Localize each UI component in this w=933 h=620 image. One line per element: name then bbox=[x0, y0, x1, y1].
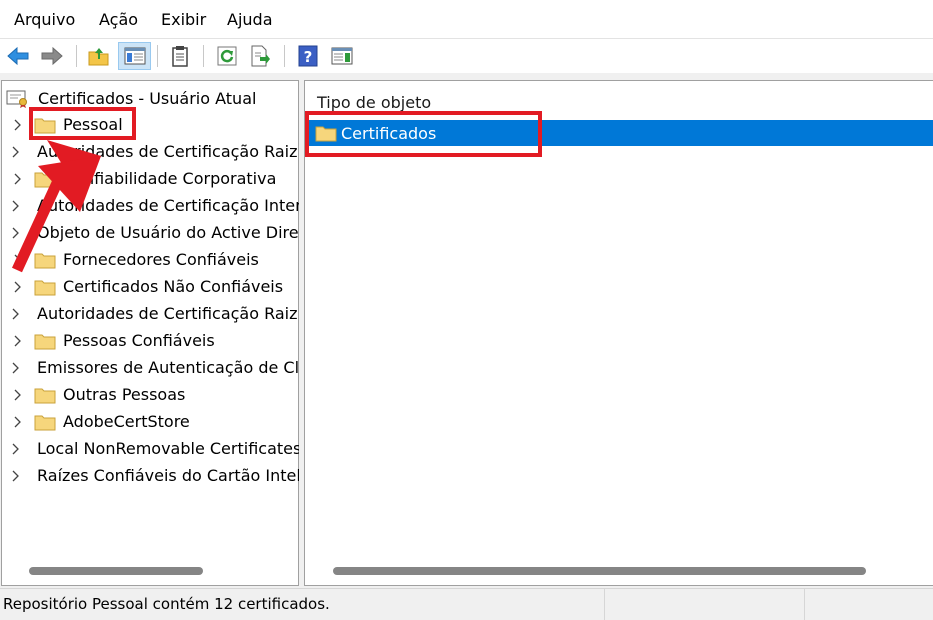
tree-item-label: Raízes Confiáveis do Cartão Inteligente bbox=[37, 466, 299, 485]
list-horizontal-scrollbar[interactable] bbox=[333, 567, 866, 575]
tree-item[interactable]: Autoridades de Certificação Intermediári… bbox=[2, 192, 299, 219]
menu-acao[interactable]: Ação bbox=[99, 9, 138, 31]
chevron-right-icon[interactable] bbox=[12, 335, 24, 347]
list-item-label: Certificados bbox=[341, 123, 437, 143]
chevron-right-icon[interactable] bbox=[12, 362, 20, 374]
folder-icon bbox=[34, 388, 56, 403]
tree-item-label: Emissores de Autenticação de Cliente bbox=[37, 358, 299, 377]
menu-arquivo[interactable]: Arquivo bbox=[14, 9, 75, 31]
tree-item[interactable]: Confiabilidade Corporativa bbox=[2, 165, 299, 192]
chevron-right-icon[interactable] bbox=[12, 416, 24, 428]
refresh-icon bbox=[217, 46, 237, 66]
svg-text:?: ? bbox=[304, 48, 313, 66]
status-bar: Repositório Pessoal contém 12 certificad… bbox=[0, 588, 933, 620]
tree-item-label: Local NonRemovable Certificates bbox=[37, 439, 299, 458]
tree-item[interactable]: AdobeCertStore bbox=[2, 408, 299, 435]
chevron-right-icon[interactable] bbox=[12, 281, 24, 293]
export-list-button[interactable] bbox=[246, 42, 274, 70]
tree-item[interactable]: Autoridades de Certificação Raiz Confiáv… bbox=[2, 138, 299, 165]
help-icon: ? bbox=[298, 45, 318, 67]
menu-ajuda[interactable]: Ajuda bbox=[227, 9, 273, 31]
list-item-certificados[interactable]: Certificados bbox=[309, 120, 933, 146]
folder-icon bbox=[315, 126, 337, 142]
clipboard-icon bbox=[172, 46, 188, 67]
chevron-right-icon[interactable] bbox=[12, 146, 20, 158]
tree-item[interactable]: Certificados Não Confiáveis bbox=[2, 273, 299, 300]
chevron-right-icon[interactable] bbox=[12, 443, 20, 455]
tree-item[interactable]: Fornecedores Confiáveis bbox=[2, 246, 299, 273]
tree-item[interactable]: Raízes Confiáveis do Cartão Inteligente bbox=[2, 462, 299, 489]
help-button[interactable]: ? bbox=[294, 42, 322, 70]
chevron-right-icon[interactable] bbox=[12, 308, 20, 320]
export-list-icon bbox=[251, 45, 270, 67]
tree-item-label: Fornecedores Confiáveis bbox=[63, 250, 259, 269]
folder-icon bbox=[34, 334, 56, 349]
tree-root-label: Certificados - Usuário Atual bbox=[38, 88, 257, 108]
console-tree-pane: Certificados - Usuário Atual Pessoal Auto… bbox=[1, 80, 299, 586]
tree-item[interactable]: Outras Pessoas bbox=[2, 381, 299, 408]
tree-item-label: Autoridades de Certificação Intermediári… bbox=[37, 196, 299, 215]
tree-item-label: Autoridades de Certificação Raiz de Terc… bbox=[37, 304, 299, 323]
tree-item-label: Certificados Não Confiáveis bbox=[63, 277, 284, 296]
menu-bar: Arquivo Ação Exibir Ajuda bbox=[0, 0, 933, 38]
back-button[interactable] bbox=[4, 42, 32, 70]
refresh-button[interactable] bbox=[213, 42, 241, 70]
tree-item-label: Objeto de Usuário do Active Directory bbox=[37, 223, 299, 242]
tree-item-label: Pessoas Confiáveis bbox=[63, 331, 215, 350]
chevron-right-icon[interactable] bbox=[12, 119, 24, 131]
action-pane-button[interactable] bbox=[328, 42, 356, 70]
tree-item-label: AdobeCertStore bbox=[63, 412, 190, 431]
tree-item[interactable]: Emissores de Autenticação de Cliente bbox=[2, 354, 299, 381]
toolbar: ? bbox=[0, 39, 933, 73]
details-pane: Tipo de objeto Certificados bbox=[304, 80, 933, 586]
toolbar-separator bbox=[284, 45, 285, 67]
back-arrow-icon bbox=[7, 46, 29, 66]
chevron-right-icon[interactable] bbox=[12, 200, 20, 212]
tree-item[interactable]: Pessoal bbox=[2, 111, 299, 138]
tree-item-label: Outras Pessoas bbox=[63, 385, 186, 404]
tree-item-label: Pessoal bbox=[63, 115, 123, 134]
toolbar-separator bbox=[203, 45, 204, 67]
folder-icon bbox=[34, 118, 56, 133]
tree-item-label: Autoridades de Certificação Raiz Confiáv… bbox=[37, 142, 299, 161]
toolbar-separator bbox=[76, 45, 77, 67]
chevron-right-icon[interactable] bbox=[12, 173, 24, 185]
tree-item[interactable]: Autoridades de Certificação Raiz de Terc… bbox=[2, 300, 299, 327]
folder-icon bbox=[34, 253, 56, 268]
toolbar-separator bbox=[157, 45, 158, 67]
folder-icon bbox=[34, 172, 56, 187]
certificate-store-icon bbox=[6, 90, 27, 108]
status-divider bbox=[604, 589, 605, 620]
tree-horizontal-scrollbar[interactable] bbox=[29, 567, 203, 575]
up-folder-button[interactable] bbox=[85, 42, 113, 70]
folder-icon bbox=[34, 280, 56, 295]
folder-icon bbox=[34, 415, 56, 430]
show-hide-console-tree-icon bbox=[124, 47, 145, 65]
tree-item[interactable]: Pessoas Confiáveis bbox=[2, 327, 299, 354]
menu-exibir[interactable]: Exibir bbox=[161, 9, 206, 31]
chevron-right-icon[interactable] bbox=[12, 470, 20, 482]
forward-arrow-icon bbox=[41, 46, 63, 66]
chevron-right-icon[interactable] bbox=[12, 389, 24, 401]
chevron-right-icon[interactable] bbox=[12, 227, 20, 239]
chevron-right-icon[interactable] bbox=[12, 254, 24, 266]
status-text: Repositório Pessoal contém 12 certificad… bbox=[3, 595, 330, 613]
status-divider bbox=[804, 589, 805, 620]
show-hide-console-tree-button[interactable] bbox=[118, 42, 151, 70]
tree-item[interactable]: Local NonRemovable Certificates bbox=[2, 435, 299, 462]
tree-item[interactable]: Objeto de Usuário do Active Directory bbox=[2, 219, 299, 246]
up-folder-icon bbox=[88, 48, 109, 66]
tree-item-label: Confiabilidade Corporativa bbox=[63, 169, 277, 188]
tree-root[interactable]: Certificados - Usuário Atual bbox=[6, 87, 256, 109]
clipboard-button[interactable] bbox=[166, 42, 194, 70]
forward-button[interactable] bbox=[38, 42, 66, 70]
column-header-tipo-de-objeto[interactable]: Tipo de objeto bbox=[317, 93, 431, 112]
action-pane-icon bbox=[331, 47, 353, 65]
